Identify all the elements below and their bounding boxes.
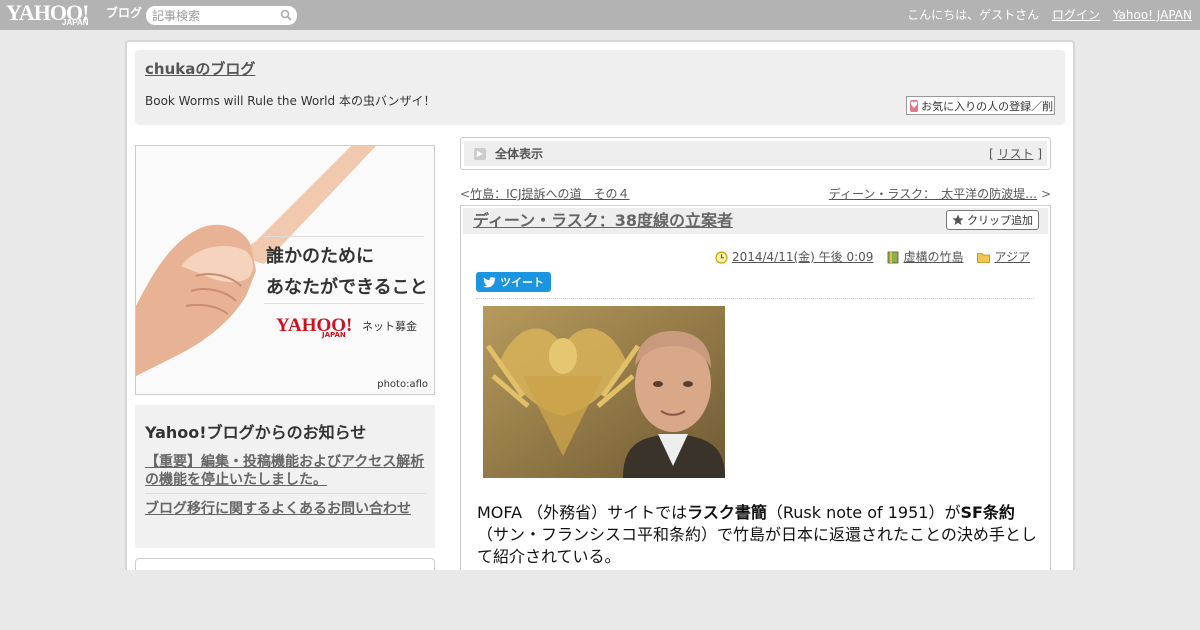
logo-blog-text: ブログ [106, 6, 143, 20]
notice-divider [145, 493, 427, 494]
prev-article-link[interactable]: 竹島：ICJ提訴への道 その４ [470, 187, 629, 201]
favorite-register-button[interactable]: ♥ お気に入りの人の登録／削除 [906, 96, 1055, 115]
search-box [146, 6, 297, 25]
article-body: MOFA （外務省）サイトではラスク書簡（Rusk note of 1951）が… [477, 502, 1039, 568]
search-input[interactable] [152, 8, 272, 23]
banner-headline-line1: 誰かのために [266, 246, 374, 267]
tweet-button-label: ツイート [500, 276, 544, 289]
charity-banner-ad[interactable]: 誰かのために あなたができること YAHOO! JAPAN ネット募金 phot… [135, 145, 435, 395]
blog-header: chukaのブログ Book Worms will Rule the World… [135, 50, 1065, 125]
body-text-1: MOFA （外務省）サイトでは [477, 503, 688, 522]
yahoo-japan-link[interactable]: Yahoo! JAPAN [1113, 8, 1192, 22]
list-view-link[interactable]: リスト [997, 147, 1033, 161]
article-photo[interactable] [483, 306, 725, 478]
notice-title: Yahoo!ブログからのお知らせ [145, 423, 367, 442]
top-bar: YAHOO! JAPAN ブログ こんにちは、ゲストさん ログイン Yahoo!… [0, 0, 1200, 30]
article-folder: アジア [977, 250, 1030, 264]
article-title-bar: ディーン・ラスク：38度線の立案者 クリップ追加 [463, 208, 1048, 234]
logo-japan-text: JAPAN [62, 18, 89, 27]
notice-link-important[interactable]: 【重要】編集・投稿機能およびアクセス解析の機能を停止いたしました。 [145, 453, 427, 489]
banner-japan-text: JAPAN [322, 331, 346, 339]
prev-article: <竹島：ICJ提訴への道 その４ [460, 187, 630, 201]
banner-net-bokin: ネット募金 [362, 320, 417, 333]
favorite-button-label: お気に入りの人の登録／削除 [921, 99, 1055, 113]
notice-link-faq[interactable]: ブログ移行に関するよくあるお問い合わせ [145, 500, 411, 518]
view-mode-bar: ▶ 全体表示 [ リスト ] [460, 137, 1051, 170]
star-icon [952, 214, 964, 225]
article-date: 2014/4/11(金) 午後 0:09 [715, 250, 873, 264]
next-arrow: > [1040, 187, 1051, 201]
meta-divider [476, 298, 1034, 299]
heart-icon: ♥ [910, 99, 919, 112]
search-icon[interactable] [280, 9, 292, 21]
list-bracket-open: [ [988, 147, 994, 161]
greeting-text: こんにちは、ゲストさん [907, 8, 1040, 22]
twitter-bird-icon [483, 276, 496, 287]
body-text-2: （Rusk note of 1951）が [766, 503, 961, 522]
photo-credit: photo:aflo [377, 379, 428, 390]
login-link[interactable]: ログイン [1052, 8, 1100, 22]
tweet-button[interactable]: ツイート [476, 272, 551, 292]
clip-button-label: クリップ追加 [967, 214, 1033, 227]
book-icon [888, 251, 899, 263]
next-article-link[interactable]: ディーン・ラスク： 太平洋の防波堤… [829, 187, 1037, 201]
body-bold-sf-treaty: SF条約 [960, 503, 1015, 522]
page-container: chukaのブログ Book Worms will Rule the World… [125, 40, 1075, 630]
blog-title-link[interactable]: chukaのブログ [145, 60, 255, 78]
article-date-link[interactable]: 2014/4/11(金) 午後 0:09 [732, 250, 873, 264]
list-bracket-close: ] [1037, 147, 1042, 161]
banner-divider [264, 236, 424, 237]
yahoo-blog-logo[interactable]: YAHOO! JAPAN ブログ [6, 2, 142, 28]
category-link-takeshima[interactable]: 虚構の竹島 [903, 250, 963, 264]
category-link-asia[interactable]: アジア [994, 250, 1030, 264]
banner-headline-line2: あなたができること [266, 277, 428, 298]
clock-icon [715, 250, 728, 264]
banner-headline: 誰かのために あなたができること [266, 241, 428, 303]
prev-arrow: < [460, 187, 471, 201]
next-article: ディーン・ラスク： 太平洋の防波堤… > [829, 187, 1051, 201]
arrow-right-icon: ▶ [474, 148, 486, 160]
body-text-3: （サン・フランシスコ平和条約）で竹島が日本に返還されたことの決め手として紹介され… [477, 525, 1037, 566]
user-nav: こんにちは、ゲストさん ログイン Yahoo! JAPAN [898, 8, 1192, 22]
blog-description: Book Worms will Rule the World 本の虫バンザイ！ [145, 94, 436, 108]
banner-divider [264, 303, 424, 304]
article: ディーン・ラスク：38度線の立案者 クリップ追加 2014/4/11(金) 午後… [460, 205, 1051, 630]
view-all-label: 全体表示 [495, 147, 544, 161]
article-meta: 2014/4/11(金) 午後 0:09 虚構の竹島 アジア [715, 250, 1030, 264]
folder-icon [977, 252, 991, 263]
list-view-control: [ リスト ] [989, 147, 1042, 161]
clip-add-button[interactable]: クリップ追加 [946, 210, 1039, 230]
article-category: 虚構の竹島 [887, 250, 963, 264]
view-mode-bar-inner [464, 141, 1047, 166]
body-bold-rusk-note: ラスク書簡 [687, 503, 767, 522]
yahoo-blog-notice: Yahoo!ブログからのお知らせ 【重要】編集・投稿機能およびアクセス解析の機能… [135, 405, 435, 548]
article-pager: <竹島：ICJ提訴への道 その４ ディーン・ラスク： 太平洋の防波堤… > [460, 187, 1051, 201]
page-bottom-backdrop [0, 570, 1200, 630]
dean-rusk-portrait [483, 306, 725, 478]
article-title-link[interactable]: ディーン・ラスク：38度線の立案者 [473, 212, 733, 230]
